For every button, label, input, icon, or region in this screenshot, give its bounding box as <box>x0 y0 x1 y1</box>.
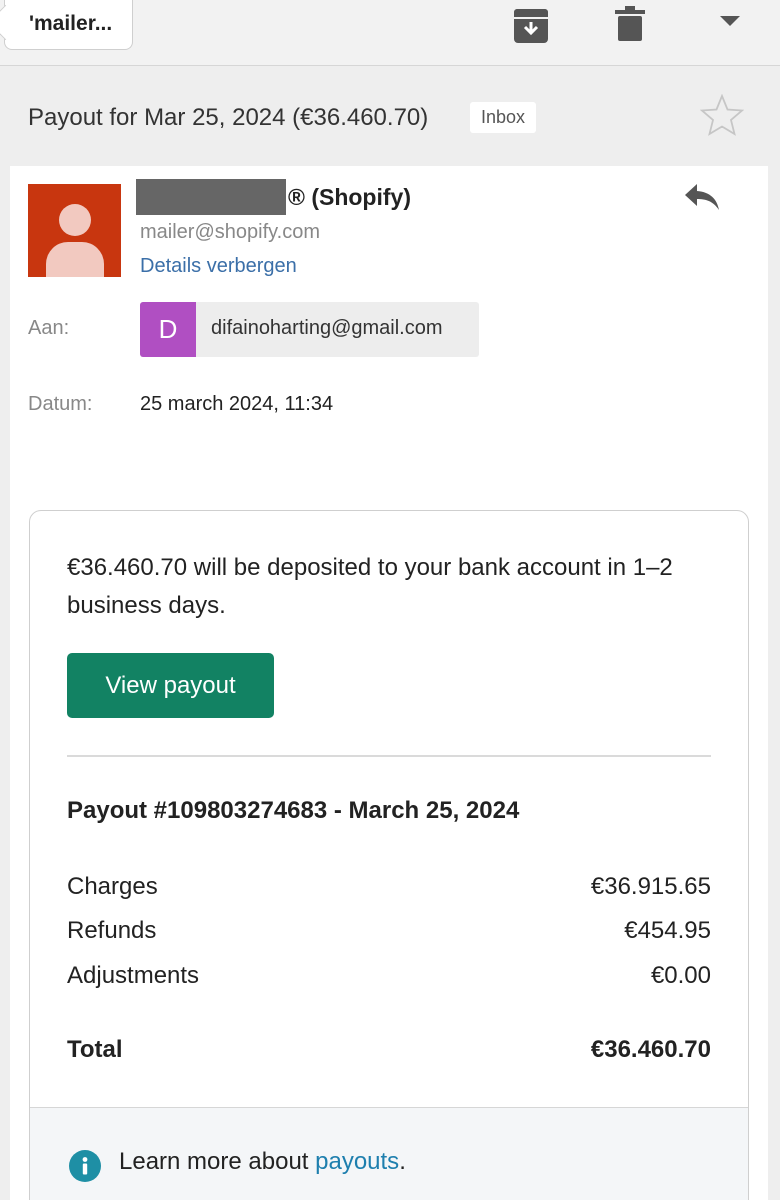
row-label: Refunds <box>67 917 157 944</box>
subject-title: Payout for Mar 25, 2024 (€36.460.70) <box>28 104 429 131</box>
row-value: €0.00 <box>650 962 711 989</box>
learn-suffix: . <box>399 1148 406 1175</box>
trash-icon[interactable] <box>615 6 645 47</box>
learn-prefix: Learn more about <box>119 1148 316 1175</box>
row-label: Adjustments <box>67 962 200 989</box>
deposit-message: €36.460.70 will be deposited to your ban… <box>67 554 673 619</box>
recipient-chip[interactable]: D difainoharting@gmail.com <box>140 302 479 357</box>
sender-email: mailer@shopify.com <box>140 221 320 243</box>
email-body: €36.460.70 will be deposited to your ban… <box>29 510 749 1200</box>
details-toggle-link[interactable]: Details verbergen <box>140 255 297 278</box>
payout-title: Payout #109803274683 - March 25, 2024 <box>67 797 520 824</box>
recipient-label: Aan: <box>28 317 70 339</box>
star-icon[interactable] <box>699 93 745 141</box>
divider <box>67 755 711 757</box>
payouts-link[interactable]: payouts <box>315 1148 399 1175</box>
view-payout-button[interactable]: View payout <box>67 653 274 718</box>
learn-more-band: Learn more about payouts. <box>30 1107 748 1200</box>
avatar-head <box>59 204 91 236</box>
recipient-avatar: D <box>140 302 196 357</box>
sender-name: ® (Shopify) <box>288 184 411 210</box>
learn-more-text: Learn more about payouts. <box>119 1148 406 1176</box>
redacted-block <box>136 179 286 215</box>
date-value: 25 march 2024, 11:34 <box>140 393 334 415</box>
archive-icon[interactable] <box>513 6 549 49</box>
caret-down-icon[interactable] <box>719 14 741 33</box>
row-value: €36.915.65 <box>590 873 711 900</box>
row-label: Charges <box>67 873 158 900</box>
toolbar: 'mailer... <box>0 0 780 66</box>
back-button[interactable]: 'mailer... <box>4 0 134 50</box>
total-label: Total <box>67 1036 123 1063</box>
date-label: Datum: <box>28 393 93 415</box>
sender-avatar <box>28 184 121 277</box>
subject-bar: Payout for Mar 25, 2024 (€36.460.70) Inb… <box>0 66 780 166</box>
info-icon <box>69 1150 101 1187</box>
total-value: €36.460.70 <box>590 1036 711 1063</box>
message-card: ® (Shopify) mailer@shopify.com Details v… <box>10 166 768 1200</box>
reply-icon[interactable] <box>683 182 721 217</box>
recipient-email: difainoharting@gmail.com <box>211 317 443 339</box>
inbox-badge[interactable]: Inbox <box>470 102 537 133</box>
avatar-body <box>46 242 104 277</box>
row-value: €454.95 <box>624 917 711 944</box>
